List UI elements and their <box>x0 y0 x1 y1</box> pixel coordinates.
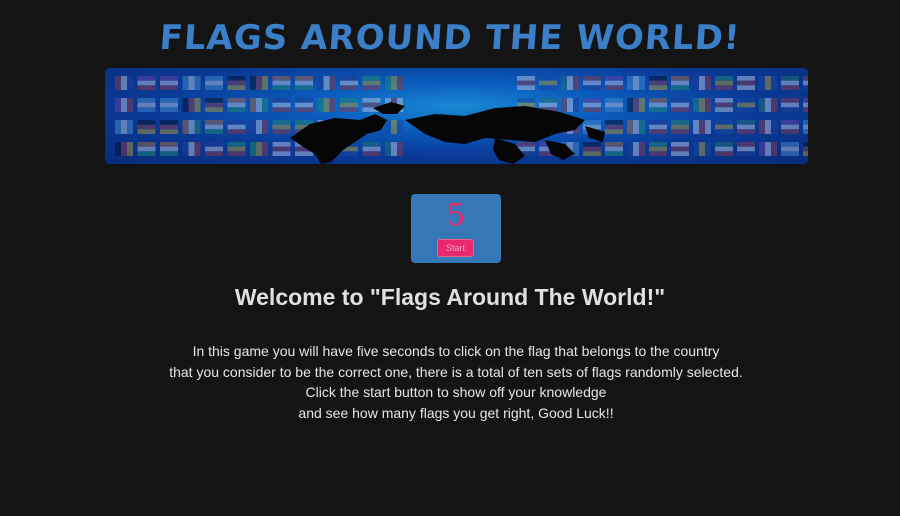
game-page: FLAGS AROUND THE WORLD! 5 Start Welcome … <box>0 0 900 516</box>
start-button[interactable]: Start <box>437 239 474 257</box>
instructions-line: and see how many flags you get right, Go… <box>298 404 614 421</box>
world-flags-banner <box>105 68 808 164</box>
banner-graphic <box>105 68 808 164</box>
instructions-text: In this game you will have five seconds … <box>0 341 900 423</box>
countdown-number: 5 <box>446 198 466 233</box>
page-title: FLAGS AROUND THE WORLD! <box>158 18 742 58</box>
timer-panel: 5 Start <box>411 194 501 263</box>
instructions-line: that you consider to be the correct one,… <box>169 363 743 380</box>
instructions-line: In this game you will have five seconds … <box>192 343 720 359</box>
instructions-line: Click the start button to show off your … <box>305 384 607 400</box>
welcome-heading: Welcome to "Flags Around The World!" <box>234 284 666 310</box>
